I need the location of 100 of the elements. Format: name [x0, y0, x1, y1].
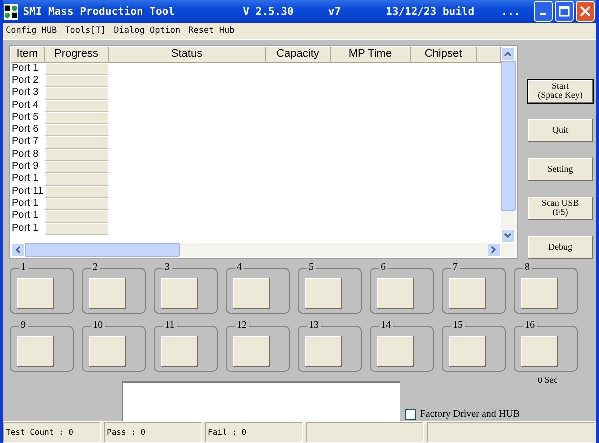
port-button[interactable]	[449, 278, 486, 309]
status-panel: Fail : 0	[205, 422, 303, 443]
port-button[interactable]	[233, 336, 270, 367]
checkbox-label: Factory Driver and HUB	[420, 408, 520, 420]
table-cell-text: Port 9	[11, 161, 40, 174]
table-cell-text: Port 1	[11, 210, 40, 223]
port-number: 14	[379, 320, 393, 331]
table-cell-text: Port 5	[11, 112, 40, 124]
column-header[interactable]: Status	[109, 46, 266, 63]
progress-cell	[45, 198, 109, 210]
maximize-icon	[559, 6, 570, 18]
table-cell-text: Port 1	[11, 62, 40, 75]
scroll-right-button[interactable]	[487, 242, 501, 257]
port-number: 7	[451, 262, 460, 273]
arrow-down-icon	[504, 232, 512, 239]
menu-item[interactable]: Reset Hub	[188, 26, 235, 36]
progress-cell	[45, 124, 109, 136]
scroll-up-button[interactable]	[501, 46, 515, 61]
arrow-up-icon	[504, 50, 512, 57]
scroll-thumb[interactable]	[501, 60, 516, 211]
port-number: 1	[19, 262, 28, 273]
port-button[interactable]	[305, 278, 342, 309]
menu-item[interactable]: Tools[T]	[65, 26, 106, 36]
table-cell-text: Port 1	[11, 198, 40, 210]
port-button[interactable]	[305, 336, 342, 367]
table-cell-text: Port 8	[11, 148, 40, 162]
port-number: 11	[163, 320, 177, 331]
port-button[interactable]	[161, 336, 198, 367]
revision-label: v7	[328, 6, 342, 18]
menu-item[interactable]: Config HUB	[6, 26, 58, 36]
port-button[interactable]	[233, 278, 270, 309]
progress-cell	[45, 222, 109, 235]
timer-label: 0 Sec	[538, 374, 558, 385]
port-button[interactable]	[521, 278, 558, 309]
port-button[interactable]	[377, 278, 414, 309]
action-button[interactable]: Setting	[528, 158, 593, 181]
scroll-down-button[interactable]	[501, 228, 515, 243]
action-button[interactable]: Quit	[528, 118, 593, 142]
port-number: 2	[91, 262, 100, 273]
port-button[interactable]	[89, 278, 126, 309]
scroll-thumb[interactable]	[25, 242, 180, 257]
progress-cell	[45, 87, 109, 100]
build-label: 13/12/23 build	[386, 6, 476, 18]
table-cell-text: Port 4	[11, 100, 40, 112]
port-number: 6	[379, 262, 388, 273]
horizontal-scrollbar[interactable]	[11, 242, 501, 257]
menu-item[interactable]: Dialog Option	[114, 26, 181, 36]
vertical-scrollbar[interactable]	[501, 46, 516, 257]
action-button[interactable]: Scan USB (F5)	[528, 196, 593, 220]
version-label: V 2.5.30	[243, 6, 295, 18]
column-header[interactable]: Chipset	[411, 46, 477, 63]
table-cell-text: Port 3	[11, 87, 40, 100]
table-cell-text: Port 11	[11, 186, 44, 198]
column-header[interactable]: Item	[11, 46, 45, 63]
port-button[interactable]	[17, 278, 54, 309]
column-header[interactable]: MP Time	[331, 46, 411, 63]
port-number: 12	[235, 320, 249, 331]
table-cell-text: Port 6	[11, 124, 40, 136]
port-button[interactable]	[17, 336, 54, 367]
port-button[interactable]	[89, 336, 126, 367]
action-button[interactable]: Debug	[528, 236, 593, 259]
table-cell-text: Port 7	[11, 136, 40, 149]
progress-cell	[45, 75, 109, 88]
port-number: 16	[523, 320, 537, 331]
table-cell-text: Port 1	[11, 173, 40, 186]
port-button[interactable]	[161, 278, 198, 309]
minimize-button[interactable]	[534, 1, 554, 22]
scroll-left-button[interactable]	[11, 242, 25, 257]
progress-cell	[45, 173, 109, 186]
port-button[interactable]	[377, 336, 414, 367]
ellipsis-label: ...	[501, 6, 522, 18]
table-cell-text: Port 2	[11, 75, 40, 88]
window-title: SMI Mass Production Tool	[23, 6, 176, 18]
arrow-right-icon	[491, 246, 497, 254]
port-number: 9	[19, 320, 28, 331]
port-number: 5	[307, 262, 316, 273]
maximize-button[interactable]	[555, 1, 574, 22]
progress-cell	[45, 112, 109, 124]
close-icon	[580, 6, 592, 18]
status-panel: Test Count : 0	[3, 422, 101, 443]
status-panel: Pass : 0	[104, 422, 202, 443]
column-header[interactable]: Capacity	[266, 46, 331, 63]
factory-driver-checkbox[interactable]	[405, 408, 416, 420]
port-number: 10	[91, 320, 105, 331]
port-number: 3	[163, 262, 172, 273]
close-button[interactable]	[576, 1, 595, 22]
action-button[interactable]: Start (Space Key)	[528, 80, 593, 103]
progress-cell	[45, 136, 109, 149]
table-cell-text: Port 1	[11, 222, 40, 235]
port-button[interactable]	[521, 336, 558, 367]
progress-cell	[45, 161, 109, 174]
port-number: 4	[235, 262, 244, 273]
progress-cell	[45, 148, 109, 162]
progress-cell	[45, 210, 109, 223]
port-button[interactable]	[449, 336, 486, 367]
app-icon	[4, 4, 18, 20]
progress-cell	[45, 100, 109, 112]
port-number: 8	[523, 262, 532, 273]
port-number: 15	[451, 320, 465, 331]
progress-cell	[45, 186, 109, 198]
